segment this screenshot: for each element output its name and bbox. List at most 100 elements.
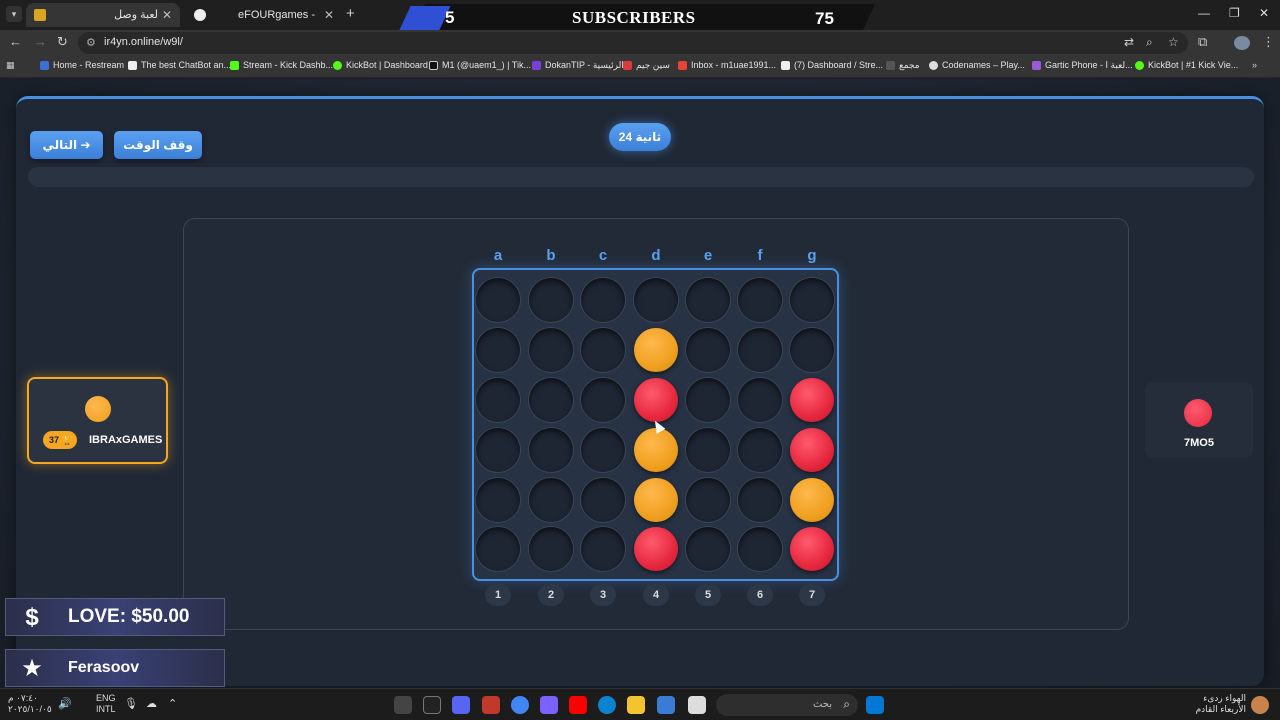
column-number-button[interactable]: 1 (485, 584, 511, 606)
zoom-icon[interactable]: ⌕ (1146, 35, 1153, 50)
empty-slot[interactable] (686, 378, 730, 422)
empty-slot[interactable] (529, 328, 573, 372)
red-disc[interactable] (790, 378, 834, 422)
column-number-button[interactable]: 3 (590, 584, 616, 606)
empty-slot[interactable] (581, 378, 625, 422)
close-window-icon[interactable]: ✕ (1259, 6, 1269, 20)
empty-slot[interactable] (529, 278, 573, 322)
bookmark-item[interactable]: Stream - Kick Dashb... (230, 60, 333, 70)
empty-slot[interactable] (581, 527, 625, 571)
empty-slot[interactable] (686, 478, 730, 522)
app-icon[interactable] (482, 696, 500, 714)
empty-slot[interactable] (476, 328, 520, 372)
red-disc[interactable] (634, 378, 678, 422)
empty-slot[interactable] (686, 428, 730, 472)
empty-slot[interactable] (790, 328, 834, 372)
column-number-button[interactable]: 6 (747, 584, 773, 606)
youtube-icon[interactable] (569, 696, 587, 714)
taskbar-search[interactable]: بحث ⌕ (716, 694, 858, 716)
extensions-icon[interactable]: ⧉ (1198, 34, 1207, 50)
column-number-button[interactable]: 2 (538, 584, 564, 606)
empty-slot[interactable] (529, 478, 573, 522)
empty-slot[interactable] (738, 478, 782, 522)
edge-icon[interactable] (598, 696, 616, 714)
bookmark-item[interactable]: The best ChatBot an... (128, 60, 231, 70)
forward-icon[interactable]: → (34, 34, 47, 49)
empty-slot[interactable] (476, 278, 520, 322)
bookmark-item[interactable]: Inbox - m1uae1991... (678, 60, 776, 70)
column-number-button[interactable]: 4 (643, 584, 669, 606)
minimize-icon[interactable]: — (1198, 6, 1210, 20)
reload-icon[interactable]: ↻ (57, 34, 68, 50)
close-icon[interactable]: ✕ (324, 3, 334, 27)
volume-icon[interactable]: 🔊 (58, 697, 72, 710)
clock[interactable]: ٠٧:٤٠ م ٢٠٢٥/١٠/٠٥ (8, 693, 52, 715)
empty-slot[interactable] (634, 278, 678, 322)
restore-icon[interactable]: ❐ (1229, 6, 1240, 20)
empty-slot[interactable] (738, 428, 782, 472)
empty-slot[interactable] (476, 378, 520, 422)
bookmark-item[interactable]: Codenames – Play... (929, 60, 1025, 70)
discord-icon[interactable] (452, 696, 470, 714)
orange-disc[interactable] (634, 328, 678, 372)
bookmark-item[interactable]: M1 (@uaem1_) | Tik... (429, 60, 531, 70)
cloud-icon[interactable]: ☁ (146, 697, 157, 710)
tab-efourgames[interactable]: eFOURgames - الألعاب ✕ (186, 3, 342, 45)
translate-icon[interactable]: ⇄ (1124, 35, 1134, 49)
empty-slot[interactable] (738, 278, 782, 322)
tab-active[interactable]: لعبة وصل ✕ (26, 3, 180, 27)
red-disc[interactable] (790, 428, 834, 472)
empty-slot[interactable] (686, 328, 730, 372)
empty-slot[interactable] (529, 378, 573, 422)
chevron-up-icon[interactable]: ⌃ (168, 697, 177, 710)
empty-slot[interactable] (476, 527, 520, 571)
capcut-icon[interactable] (423, 696, 441, 714)
empty-slot[interactable] (581, 278, 625, 322)
empty-slot[interactable] (529, 527, 573, 571)
address-bar[interactable]: ⚙ ir4yn.online/w9l/ ⇄ ⌕ ☆ (78, 32, 1188, 54)
site-info-icon[interactable]: ⚙ (86, 36, 96, 49)
empty-slot[interactable] (738, 378, 782, 422)
app-icon[interactable] (540, 696, 558, 714)
bookmark-item[interactable]: (7) Dashboard / Stre... (781, 60, 883, 70)
empty-slot[interactable] (476, 478, 520, 522)
empty-slot[interactable] (686, 278, 730, 322)
empty-slot[interactable] (581, 428, 625, 472)
bookmark-item[interactable]: مجمع (886, 60, 920, 71)
empty-slot[interactable] (476, 428, 520, 472)
empty-slot[interactable] (738, 328, 782, 372)
app-icon[interactable] (394, 696, 412, 714)
windows-start-icon[interactable] (866, 696, 884, 714)
empty-slot[interactable] (581, 478, 625, 522)
profile-avatar[interactable] (1234, 36, 1250, 50)
bookmark-star-icon[interactable]: ☆ (1168, 35, 1179, 49)
weather-widget[interactable]: الهواء ردىء الأربعاء القادم (1180, 693, 1246, 715)
language-indicator[interactable]: ENG INTL (96, 693, 116, 715)
empty-slot[interactable] (738, 527, 782, 571)
next-button[interactable]: التالي ➔ (30, 131, 103, 159)
new-tab-button[interactable]: + (346, 5, 355, 22)
empty-slot[interactable] (686, 527, 730, 571)
bookmark-item[interactable]: KickBot | Dashboard (333, 60, 428, 70)
empty-slot[interactable] (529, 428, 573, 472)
app-icon[interactable] (688, 696, 706, 714)
url-text[interactable]: ir4yn.online/w9l/ (104, 36, 183, 48)
more-bookmarks-icon[interactable]: » (1252, 60, 1257, 70)
chrome-icon[interactable] (511, 696, 529, 714)
orange-disc[interactable] (634, 428, 678, 472)
pause-timer-button[interactable]: وقف الوقت ❚❚ (114, 131, 202, 180)
bookmark-item[interactable]: Home - Restream (40, 60, 124, 70)
orange-disc[interactable] (634, 478, 678, 522)
weather-icon[interactable] (1251, 696, 1269, 714)
file-explorer-icon[interactable] (627, 696, 645, 714)
microphone-icon[interactable]: 🎙 (124, 697, 138, 710)
tab-search-button[interactable]: ▾ (6, 6, 22, 22)
bookmark-item[interactable]: Gartic Phone - لعبة ا... (1032, 60, 1133, 71)
bookmark-item[interactable]: DokanTIP - الرئيسية (532, 60, 624, 71)
bookmark-item[interactable]: KickBot | #1 Kick Vie... (1135, 60, 1238, 70)
column-number-button[interactable]: 7 (799, 584, 825, 606)
back-icon[interactable]: ← (9, 34, 22, 49)
empty-slot[interactable] (790, 278, 834, 322)
bookmark-item[interactable]: سين جيم (623, 60, 670, 71)
close-icon[interactable]: ✕ (162, 3, 172, 27)
